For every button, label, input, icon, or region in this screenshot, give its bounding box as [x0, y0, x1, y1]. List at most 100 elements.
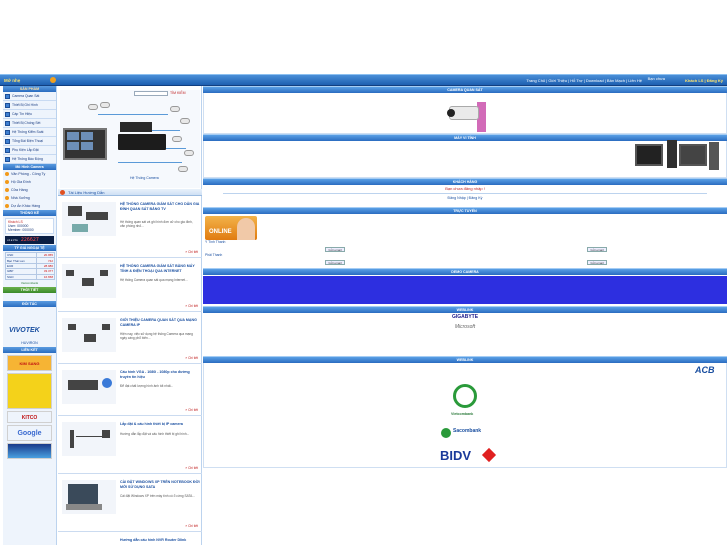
read-more-link[interactable]: » Chi tiết	[185, 356, 198, 360]
demo-camera-view[interactable]	[203, 276, 727, 304]
home-link[interactable]: Mở nhẹ	[4, 78, 20, 83]
category-label: Hệ Thống Báo Động	[12, 157, 43, 161]
visit-counter: visits 226627	[5, 236, 54, 244]
news-title[interactable]: GIỚI THIỆU CAMERA QUAN SÁT QUA MẠNG CAME…	[120, 318, 200, 327]
news-item[interactable]: Cấu hình VGA - 1080i - 1080p cho đường t…	[58, 364, 202, 416]
news-thumbnail[interactable]	[62, 480, 116, 514]
vivotek-logo[interactable]: VIVOTEK	[9, 327, 50, 339]
table-row: SGD 16.658	[5, 273, 56, 280]
nav-links[interactable]: Trang Chủ | Giới Thiệu | Hỗ Trợ | Downlo…	[526, 78, 642, 83]
news-title[interactable]: HỆ THỐNG CAMERA GIÁM SÁT CHO DÂN GIA ĐÌN…	[120, 202, 200, 211]
category-item[interactable]: Thiết Bị Ghi Hình	[3, 101, 56, 110]
gigabyte-logo[interactable]: GIGABYTE	[203, 314, 727, 320]
category-label: Tổng Đài Điện Thoại	[12, 139, 44, 143]
frame	[203, 141, 727, 178]
hero-banner: TÌM KIẾM Hệ Thống Camera	[60, 90, 200, 188]
bullet-icon	[5, 172, 9, 176]
category-item[interactable]: Cáp Tín Hiệu	[3, 110, 56, 119]
rates-heading: TỶ GIÁ NGOẠI TỆ	[3, 245, 56, 251]
section-bar-online: TRỰC TUYẾN	[203, 207, 727, 214]
news-title[interactable]: CÀI ĐẶT WINDOWS XP TRÊN NOTEBOOK ĐỜI MỚI…	[120, 480, 200, 489]
divider	[223, 193, 707, 194]
news-thumbnail[interactable]	[62, 422, 116, 456]
solution-label: Nhà Xưởng	[11, 196, 30, 200]
login-message: Bạn chưa đăng nhập !	[445, 186, 485, 191]
left-sidebar: SẢN PHẨM Camera Quan Sát Thiết Bị Ghi Hì…	[3, 86, 57, 545]
news-title[interactable]: HỆ THỐNG CAMERA GIÁM SÁT BẰNG MÁY TÍNH &…	[120, 264, 200, 273]
solution-label: Hộ Gia Đình	[11, 180, 31, 184]
news-item[interactable]: GIỚI THIỆU CAMERA QUAN SÁT QUA MẠNG CAME…	[58, 312, 202, 364]
news-item[interactable]: Lắp đặt & cấu hình thiết bị IP camera Hư…	[58, 416, 202, 474]
news-thumbnail[interactable]	[62, 370, 116, 404]
news-desc: Để đạt chất lượng hình ảnh tốt nhất...	[120, 384, 174, 388]
category-label: Cáp Tín Hiệu	[12, 112, 32, 116]
kitco-logo[interactable]: KITCO	[7, 410, 52, 423]
news-thumbnail[interactable]	[62, 318, 116, 352]
email-button[interactable]: Gửi email	[587, 247, 607, 252]
category-item[interactable]: Phụ Kiện Lắp Đặt	[3, 146, 56, 155]
search-input[interactable]	[134, 91, 168, 96]
camera-icon	[100, 102, 110, 108]
support-name[interactable]: Y Tình Thanh	[205, 240, 225, 244]
camera-icon	[184, 150, 194, 156]
email-button[interactable]: Gửi email	[325, 260, 345, 265]
news-title[interactable]: Hướng dẫn cấu hình NVR Router Dlink	[120, 538, 200, 543]
news-thumbnail[interactable]	[62, 264, 116, 298]
solution-label: Dự Án Khác Hàng	[11, 204, 41, 208]
bullet-icon	[5, 188, 9, 192]
links-heading: LIÊN KẾT	[3, 346, 56, 353]
read-more-link[interactable]: » Chi tiết	[185, 250, 198, 254]
news-item[interactable]: HỆ THỐNG CAMERA GIÁM SÁT BẰNG MÁY TÍNH &…	[58, 258, 202, 312]
category-item[interactable]: Hệ Thống Báo Động	[3, 155, 56, 164]
doc-icon	[60, 190, 65, 195]
news-title[interactable]: Lắp đặt & cấu hình thiết bị IP camera	[120, 422, 200, 427]
read-more-link[interactable]: » Chi tiết	[185, 524, 198, 528]
online-support-badge[interactable]: ONLINE	[205, 216, 257, 240]
home-icon[interactable]	[50, 77, 56, 83]
category-item[interactable]: Thiết Bị Chống Sét	[3, 119, 56, 128]
solution-item[interactable]: Nhà Xưởng	[3, 194, 56, 202]
banner-logo-image[interactable]	[7, 442, 52, 459]
map-logo-image[interactable]	[7, 372, 52, 409]
camera-icon	[180, 118, 190, 124]
news-title[interactable]: Cấu hình VGA - 1080i - 1080p cho đường t…	[120, 370, 200, 379]
email-button[interactable]: Gửi email	[325, 247, 345, 252]
category-item[interactable]: Camera Quan Sát	[3, 92, 56, 101]
search-button[interactable]: TÌM KIẾM	[170, 91, 186, 95]
read-more-link[interactable]: » Chi tiết	[185, 408, 198, 412]
solution-item[interactable]: Cửa Hàng	[3, 186, 56, 194]
email-button[interactable]: Gửi email	[587, 260, 607, 265]
news-thumbnail[interactable]	[62, 202, 116, 236]
solution-label: Văn Phòng - Công Ty	[11, 172, 46, 176]
dvr-image	[120, 122, 152, 132]
news-item[interactable]: Hướng dẫn cấu hình NVR Router Dlink	[58, 532, 202, 545]
category-label: Phụ Kiện Lắp Đặt	[12, 148, 39, 152]
category-item[interactable]: Hệ Thống Kiểm Soát	[3, 128, 56, 137]
visitor-links[interactable]: Khách LS | Đăng Ký	[685, 78, 723, 83]
news-desc: Hệ thống quan sát và ghi hình đơn cử cho…	[120, 220, 193, 228]
news-item[interactable]: CÀI ĐẶT WINDOWS XP TRÊN NOTEBOOK ĐỜI MỚI…	[58, 474, 202, 532]
cable-line	[118, 162, 182, 163]
login-links[interactable]: Đăng Nhập | Đăng Ký	[203, 196, 727, 200]
category-item[interactable]: Tổng Đài Điện Thoại	[3, 137, 56, 146]
news-desc: Hướng dẫn lắp đặt và cấu hình thiết bị g…	[120, 432, 190, 436]
read-more-link[interactable]: » Chi tiết	[185, 466, 198, 470]
camera-icon	[172, 136, 182, 142]
kimsang-logo[interactable]: KIM SANG	[7, 354, 52, 371]
solution-item[interactable]: Hộ Gia Đình	[3, 178, 56, 186]
top-nav-bar: Mở nhẹ Trang Chủ | Giới Thiệu | Hỗ Trợ |…	[0, 74, 727, 86]
category-label: Thiết Bị Ghi Hình	[12, 103, 38, 107]
news-desc: Hệ thống Camera quan sát qua mạng Intern…	[120, 278, 188, 282]
section-bar-weblink: WEBLINK	[203, 306, 727, 313]
solution-label: Cửa Hàng	[11, 188, 28, 192]
camera-icon	[178, 166, 188, 172]
read-more-link[interactable]: » Chi tiết	[185, 304, 198, 308]
hero-caption: Hệ Thống Camera	[130, 176, 159, 180]
microsoft-logo[interactable]: Microsoft	[203, 324, 727, 330]
google-logo[interactable]: Google	[7, 424, 52, 441]
solution-item[interactable]: Văn Phòng - Công Ty	[3, 170, 56, 178]
bullet-icon	[5, 180, 9, 184]
news-item[interactable]: HỆ THỐNG CAMERA GIÁM SÁT CHO DÂN GIA ĐÌN…	[58, 196, 202, 258]
solution-item[interactable]: Dự Án Khác Hàng	[3, 202, 56, 210]
support-name[interactable]: Phải Thanh	[205, 253, 222, 257]
